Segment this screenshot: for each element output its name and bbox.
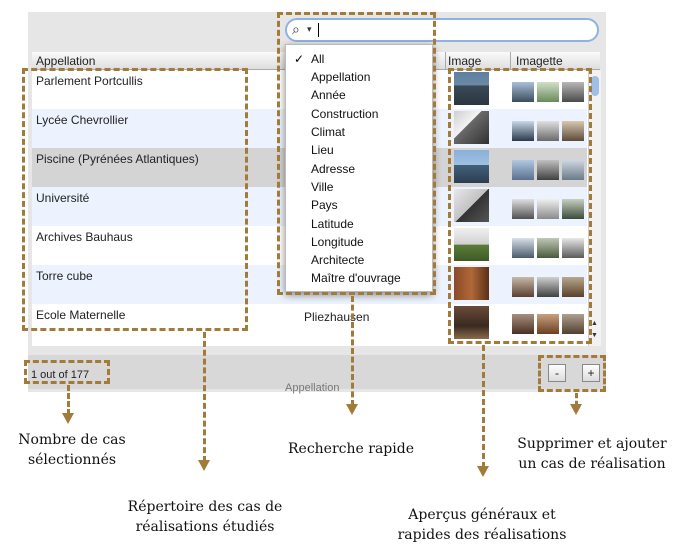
scroll-up-icon[interactable]: ▲ (591, 320, 598, 327)
caption-search: Recherche rapide (278, 439, 424, 459)
connector-line (482, 345, 485, 468)
col-separator (445, 52, 446, 69)
caption-buttons-line: Supprimer et ajouter (517, 436, 667, 452)
caption-count: Nombre de cas sélectionnés (2, 430, 142, 470)
annotation-box-buttons (538, 355, 606, 392)
caption-previews: Aperçus généraux et rapides des réalisat… (382, 505, 582, 545)
col-appellation[interactable]: Appellation (36, 54, 95, 68)
arrow-down-icon (570, 404, 582, 415)
col-imagette[interactable]: Imagette (516, 54, 563, 68)
caption-list: Répertoire des cas de réalisations étudi… (114, 497, 296, 537)
col-image[interactable]: Image (448, 54, 481, 68)
column-hint: Appellation (285, 382, 340, 394)
caption-list-line: Répertoire des cas de (127, 499, 283, 515)
caption-search-line: Recherche rapide (288, 441, 414, 457)
annotation-box-previews (448, 68, 592, 344)
arrow-down-icon (346, 404, 358, 415)
arrow-down-icon (62, 413, 74, 424)
caption-count-line: Nombre de cas (18, 432, 126, 448)
scroll-thumb[interactable] (591, 76, 599, 96)
row-ville: Pliezhausen (304, 310, 370, 324)
connector-line (67, 385, 70, 415)
connector-line (351, 296, 354, 406)
caption-previews-line: Aperçus généraux et (408, 507, 556, 523)
connector-line (203, 332, 206, 462)
annotation-box-search (277, 12, 436, 295)
scroll-down-icon[interactable]: ▼ (591, 332, 598, 339)
caption-buttons: Supprimer et ajouter un cas de réalisati… (508, 434, 676, 474)
caption-count-line: sélectionnés (27, 452, 117, 468)
arrow-down-icon (477, 466, 489, 477)
caption-previews-line: rapides des réalisations (397, 527, 567, 543)
annotation-box-count (24, 360, 110, 384)
col-separator (510, 52, 511, 69)
arrow-down-icon (198, 460, 210, 471)
caption-buttons-line: un cas de réalisation (518, 456, 666, 472)
caption-list-line: réalisations étudiés (135, 519, 275, 535)
annotation-box-list (22, 68, 248, 331)
